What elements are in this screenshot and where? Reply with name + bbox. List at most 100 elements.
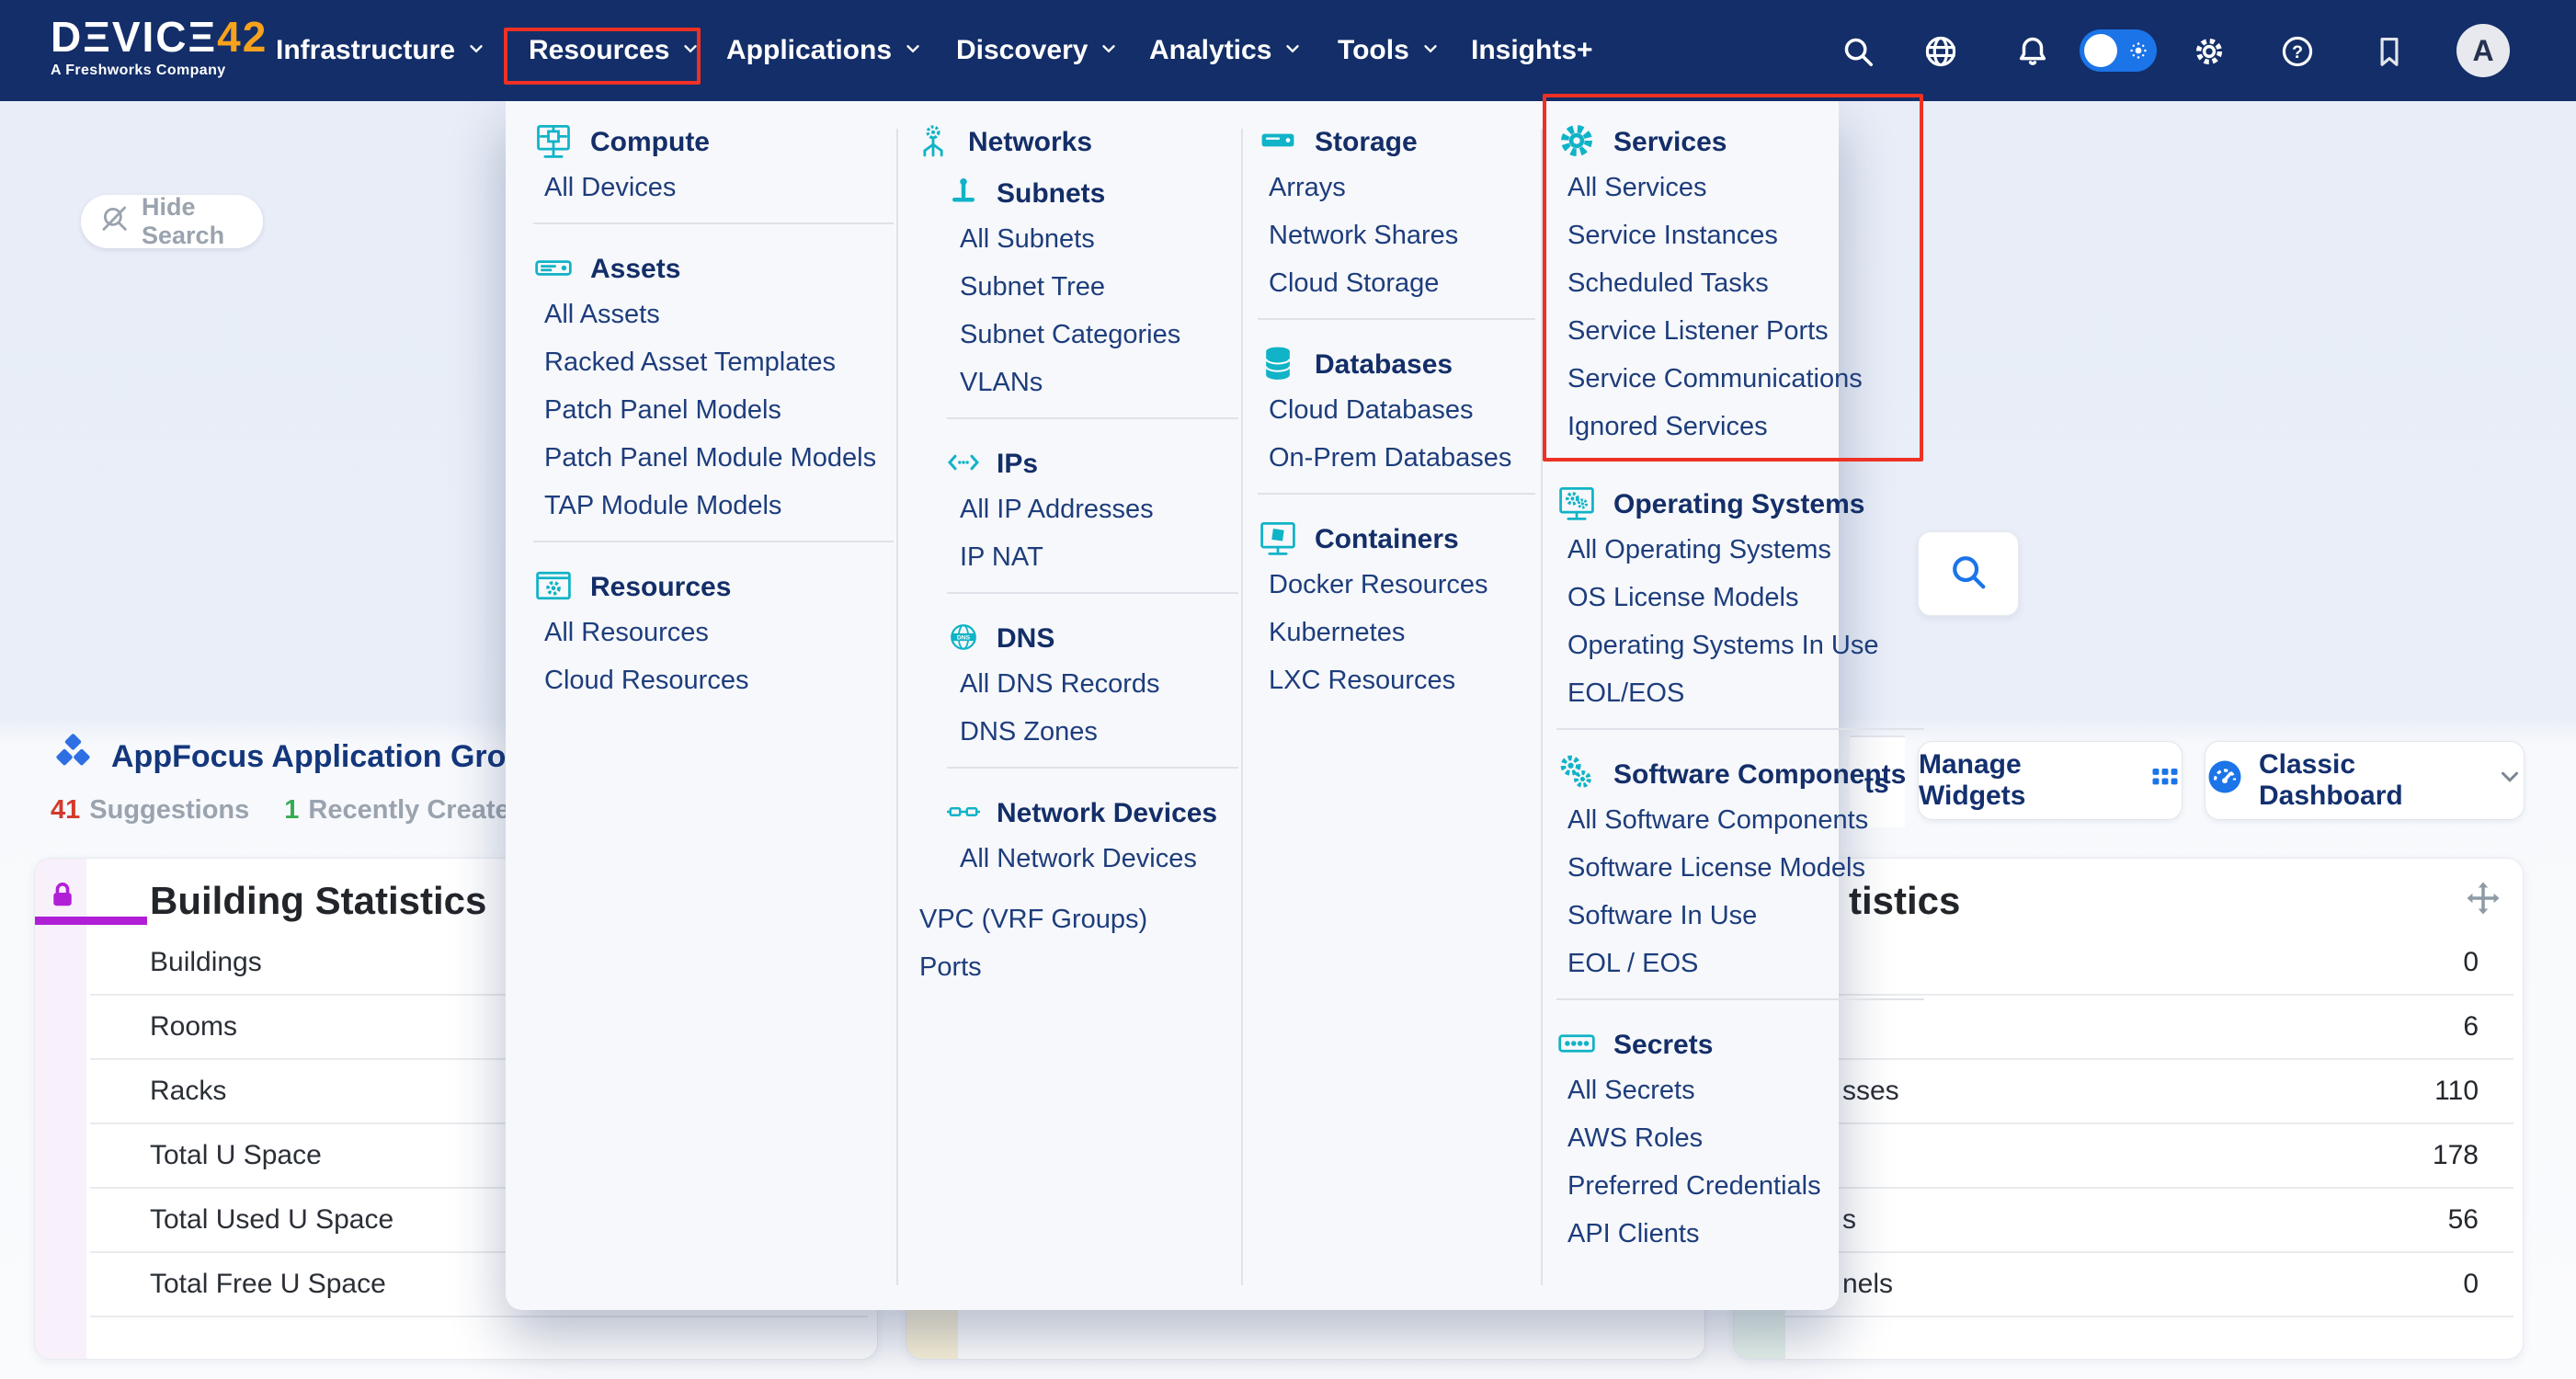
globe-icon[interactable]: [1923, 34, 1958, 69]
gear-icon: [1556, 120, 1597, 165]
column-divider: [1541, 129, 1543, 1285]
menu-item[interactable]: API Clients: [1556, 1210, 1924, 1258]
section-network-devices: Network Devices: [947, 792, 1238, 835]
widget-accent-strip: [35, 859, 86, 1359]
menu-item[interactable]: All Network Devices: [947, 835, 1238, 883]
section-databases: Databases: [1258, 344, 1535, 386]
appfocus-header: AppFocus Application Groups 41 Suggestio…: [51, 732, 562, 826]
menu-item[interactable]: All Software Components: [1556, 796, 1924, 844]
appfocus-title[interactable]: AppFocus Application Groups: [111, 739, 562, 775]
menu-item[interactable]: Ports: [915, 943, 1238, 991]
menu-item[interactable]: All DNS Records: [947, 660, 1238, 708]
row-label-fragment: sses: [1842, 1076, 2434, 1107]
menu-item[interactable]: Scheduled Tasks: [1556, 259, 1924, 307]
menu-column-storage: Storage ArraysNetwork SharesCloud Storag…: [1258, 121, 1535, 704]
nav-item-analytics[interactable]: Analytics: [1149, 0, 1303, 101]
menu-item[interactable]: All Services: [1556, 164, 1924, 211]
section-divider: [1258, 318, 1535, 320]
monitor-chip-icon: [533, 120, 574, 165]
menu-item[interactable]: Ignored Services: [1556, 403, 1924, 450]
ip-brackets-icon: [947, 446, 980, 484]
menu-item[interactable]: Service Communications: [1556, 355, 1924, 403]
menu-item[interactable]: Subnet Tree: [947, 263, 1238, 311]
menu-item[interactable]: Patch Panel Module Models: [533, 434, 894, 482]
column-divider: [1241, 129, 1243, 1285]
bell-icon[interactable]: [2015, 34, 2050, 69]
menu-item[interactable]: Subnet Categories: [947, 311, 1238, 359]
window-gear-icon: [533, 565, 574, 610]
nav-item-infrastructure[interactable]: Infrastructure: [276, 0, 486, 101]
bookmark-icon[interactable]: [2372, 34, 2407, 69]
menu-item[interactable]: TAP Module Models: [533, 482, 894, 530]
menu-item[interactable]: Arrays: [1258, 164, 1535, 211]
menu-item[interactable]: All Subnets: [947, 215, 1238, 263]
menu-item[interactable]: Software In Use: [1556, 892, 1924, 940]
menu-item[interactable]: Preferred Credentials: [1556, 1162, 1924, 1210]
manage-widgets-button[interactable]: Manage Widgets: [1918, 741, 2183, 820]
menu-item[interactable]: Patch Panel Models: [533, 386, 894, 434]
recently-created-label[interactable]: Recently Created: [308, 795, 526, 826]
menu-item[interactable]: DNS Zones: [947, 708, 1238, 756]
network-node-icon: [915, 122, 952, 164]
menu-item[interactable]: Docker Resources: [1258, 561, 1535, 609]
device42-logo[interactable]: DΞVICΞ42 A Freshworks Company: [51, 13, 268, 79]
menu-item[interactable]: IP NAT: [947, 533, 1238, 581]
menu-item[interactable]: VLANs: [947, 359, 1238, 406]
section-resources: Resources: [533, 566, 894, 609]
menu-item[interactable]: All Assets: [533, 291, 894, 338]
nav-item-resources[interactable]: Resources: [529, 0, 701, 101]
nav-item-insights-plus[interactable]: Insights+: [1471, 0, 1593, 101]
menu-item[interactable]: Cloud Databases: [1258, 386, 1535, 434]
section-divider: [1556, 998, 1924, 1000]
hide-search-button[interactable]: Hide Search: [81, 195, 263, 248]
help-icon[interactable]: ?: [2280, 34, 2315, 69]
menu-item[interactable]: All IP Addresses: [947, 485, 1238, 533]
section-compute: Compute: [533, 121, 894, 164]
theme-toggle[interactable]: [2080, 29, 2157, 72]
section-divider: [1556, 728, 1924, 730]
menu-item[interactable]: Cloud Storage: [1258, 259, 1535, 307]
nav-item-tools[interactable]: Tools: [1338, 0, 1441, 101]
search-icon[interactable]: [1841, 34, 1875, 69]
menu-item[interactable]: LXC Resources: [1258, 656, 1535, 704]
classic-dashboard-selector[interactable]: Classic Dashboard: [2205, 741, 2525, 820]
menu-item[interactable]: All Secrets: [1556, 1066, 1924, 1114]
sun-icon: [2127, 40, 2149, 62]
chevron-down-icon: [680, 35, 701, 66]
recently-created-count: 1: [284, 795, 299, 826]
gear-icon[interactable]: [2192, 34, 2227, 69]
menu-item[interactable]: VPC (VRF Groups): [915, 895, 1238, 943]
menu-item[interactable]: Racked Asset Templates: [533, 338, 894, 386]
row-value: 0: [2463, 947, 2479, 978]
section-divider: [1258, 493, 1535, 495]
dashboard-search-input[interactable]: [1918, 531, 2019, 616]
suggestions-label[interactable]: Suggestions: [89, 795, 249, 826]
menu-item[interactable]: All Devices: [533, 164, 894, 211]
avatar[interactable]: A: [2456, 24, 2510, 77]
section-dns: DNS DNS: [947, 618, 1238, 660]
menu-item[interactable]: Kubernetes: [1258, 609, 1535, 656]
menu-column-networks: Networks Subnets All SubnetsSubnet TreeS…: [915, 121, 1238, 991]
menu-item[interactable]: Cloud Resources: [533, 656, 894, 704]
svg-text:DNS: DNS: [957, 634, 971, 641]
cubes-icon: [51, 732, 97, 782]
menu-item[interactable]: All Operating Systems: [1556, 526, 1924, 574]
menu-item[interactable]: Service Listener Ports: [1556, 307, 1924, 355]
section-containers: Containers: [1258, 519, 1535, 561]
menu-item[interactable]: On-Prem Databases: [1258, 434, 1535, 482]
menu-item[interactable]: EOL / EOS: [1556, 940, 1924, 987]
menu-item[interactable]: AWS Roles: [1556, 1114, 1924, 1162]
menu-item[interactable]: OS License Models: [1556, 574, 1924, 621]
menu-item[interactable]: Service Instances: [1556, 211, 1924, 259]
menu-item[interactable]: EOL/EOS: [1556, 669, 1924, 717]
row-value: 110: [2434, 1076, 2479, 1107]
toggle-knob: [2084, 34, 2117, 67]
menu-item[interactable]: All Resources: [533, 609, 894, 656]
menu-item[interactable]: Network Shares: [1258, 211, 1535, 259]
nav-item-discovery[interactable]: Discovery: [956, 0, 1119, 101]
chevron-down-icon: [1420, 35, 1441, 66]
menu-item[interactable]: Operating Systems In Use: [1556, 621, 1924, 669]
menu-item[interactable]: Software License Models: [1556, 844, 1924, 892]
nav-item-applications[interactable]: Applications: [726, 0, 923, 101]
drag-handle-icon[interactable]: [2464, 879, 2502, 922]
